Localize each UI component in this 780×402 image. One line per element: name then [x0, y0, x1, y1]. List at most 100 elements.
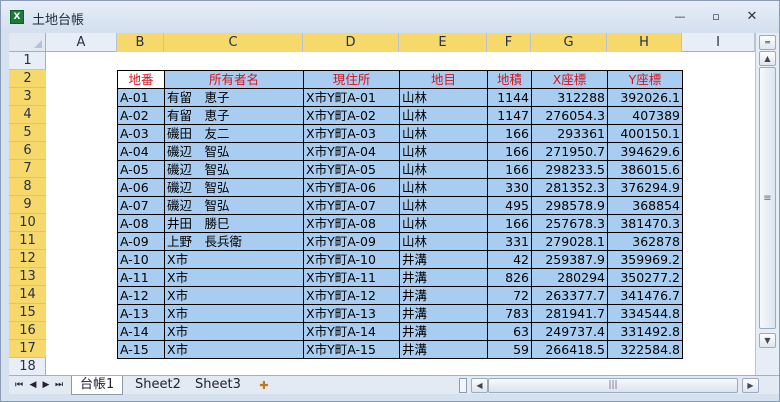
data-cell[interactable]: A-04: [117, 142, 165, 161]
row-header-3[interactable]: 3: [9, 88, 46, 106]
data-cell[interactable]: X市Y町A-12: [303, 286, 400, 305]
data-cell[interactable]: A-05: [117, 160, 165, 179]
data-cell[interactable]: A-11: [117, 268, 165, 287]
data-cell[interactable]: 山林: [399, 196, 488, 215]
data-cell[interactable]: 249737.4: [531, 322, 608, 341]
column-header-h[interactable]: H: [607, 33, 682, 52]
header-cell[interactable]: Y座標: [607, 70, 683, 89]
data-cell[interactable]: 井溝: [399, 322, 488, 341]
row-header-7[interactable]: 7: [9, 160, 46, 178]
data-cell[interactable]: X市Y町A-10: [303, 250, 400, 269]
data-cell[interactable]: 上野 長兵衛: [164, 232, 304, 251]
data-cell[interactable]: X市: [164, 268, 304, 287]
data-cell[interactable]: 有留 恵子: [164, 88, 304, 107]
data-cell[interactable]: 井溝: [399, 304, 488, 323]
data-cell[interactable]: A-06: [117, 178, 165, 197]
data-cell[interactable]: 42: [487, 250, 532, 269]
data-cell[interactable]: A-14: [117, 322, 165, 341]
row-header-12[interactable]: 12: [9, 250, 46, 268]
row-header-10[interactable]: 10: [9, 214, 46, 232]
data-cell[interactable]: X市: [164, 304, 304, 323]
data-cell[interactable]: 331: [487, 232, 532, 251]
data-cell[interactable]: X市: [164, 322, 304, 341]
data-cell[interactable]: A-12: [117, 286, 165, 305]
data-cell[interactable]: 山林: [399, 160, 488, 179]
data-cell[interactable]: 井溝: [399, 268, 488, 287]
data-cell[interactable]: 山林: [399, 142, 488, 161]
data-cell[interactable]: 257678.3: [531, 214, 608, 233]
data-cell[interactable]: 298578.9: [531, 196, 608, 215]
vertical-scrollbar[interactable]: ═ ▲ ≡ ▼: [755, 33, 779, 375]
data-cell[interactable]: X市Y町A-09: [303, 232, 400, 251]
column-header-f[interactable]: F: [487, 33, 531, 52]
data-cell[interactable]: X市Y町A-13: [303, 304, 400, 323]
data-cell[interactable]: 350277.2: [607, 268, 683, 287]
data-cell[interactable]: 368854: [607, 196, 683, 215]
data-cell[interactable]: 280294: [531, 268, 608, 287]
data-cell[interactable]: A-02: [117, 106, 165, 125]
data-cell[interactable]: 259387.9: [531, 250, 608, 269]
data-cell[interactable]: 山林: [399, 178, 488, 197]
data-cell[interactable]: 392026.1: [607, 88, 683, 107]
header-cell[interactable]: 地目: [399, 70, 488, 89]
column-header-d[interactable]: D: [303, 33, 399, 52]
data-cell[interactable]: 166: [487, 124, 532, 143]
row-header-18[interactable]: 18: [9, 358, 46, 376]
data-cell[interactable]: 281352.3: [531, 178, 608, 197]
data-cell[interactable]: 山林: [399, 232, 488, 251]
header-cell[interactable]: 地積: [487, 70, 532, 89]
data-cell[interactable]: 磯田 友二: [164, 124, 304, 143]
tab-sheet-2[interactable]: Sheet2: [127, 376, 189, 395]
data-cell[interactable]: A-08: [117, 214, 165, 233]
data-cell[interactable]: 271950.7: [531, 142, 608, 161]
next-sheet-icon[interactable]: ▶: [40, 378, 52, 392]
row-header-13[interactable]: 13: [9, 268, 46, 286]
data-cell[interactable]: X市Y町A-07: [303, 196, 400, 215]
data-cell[interactable]: 1147: [487, 106, 532, 125]
data-cell[interactable]: X市Y町A-15: [303, 340, 400, 359]
column-header-a[interactable]: A: [46, 33, 117, 52]
data-cell[interactable]: 495: [487, 196, 532, 215]
row-header-2[interactable]: 2: [9, 70, 46, 88]
data-cell[interactable]: 166: [487, 160, 532, 179]
column-header-e[interactable]: E: [399, 33, 487, 52]
data-cell[interactable]: 山林: [399, 88, 488, 107]
scroll-right-button[interactable]: ▶: [742, 378, 759, 393]
data-cell[interactable]: 362878: [607, 232, 683, 251]
data-cell[interactable]: 400150.1: [607, 124, 683, 143]
restore-button[interactable]: ▫: [705, 9, 727, 25]
data-cell[interactable]: A-13: [117, 304, 165, 323]
first-sheet-icon[interactable]: ⏮: [13, 378, 25, 392]
data-cell[interactable]: 72: [487, 286, 532, 305]
data-cell[interactable]: 266418.5: [531, 340, 608, 359]
prev-sheet-icon[interactable]: ◀: [27, 378, 39, 392]
scroll-down-button[interactable]: ▼: [759, 333, 776, 348]
row-header-16[interactable]: 16: [9, 322, 46, 340]
data-cell[interactable]: 826: [487, 268, 532, 287]
column-header-i[interactable]: I: [682, 33, 755, 52]
tab-sheet-3[interactable]: Sheet3: [187, 376, 249, 395]
horizontal-split-handle[interactable]: [459, 378, 467, 393]
data-cell[interactable]: 359969.2: [607, 250, 683, 269]
minimize-button[interactable]: —: [669, 9, 691, 25]
scroll-left-button[interactable]: ◀: [471, 378, 488, 393]
data-cell[interactable]: X市Y町A-04: [303, 142, 400, 161]
data-cell[interactable]: 293361: [531, 124, 608, 143]
data-cell[interactable]: 山林: [399, 214, 488, 233]
horizontal-scroll-thumb[interactable]: |||: [488, 378, 738, 393]
data-cell[interactable]: 1144: [487, 88, 532, 107]
data-cell[interactable]: 井田 勝巳: [164, 214, 304, 233]
vertical-scroll-thumb[interactable]: ≡: [759, 67, 776, 329]
data-cell[interactable]: 376294.9: [607, 178, 683, 197]
header-cell[interactable]: 所有者名: [164, 70, 304, 89]
data-cell[interactable]: 281941.7: [531, 304, 608, 323]
data-cell[interactable]: 331492.8: [607, 322, 683, 341]
row-header-5[interactable]: 5: [9, 124, 46, 142]
data-cell[interactable]: 276054.3: [531, 106, 608, 125]
data-cell[interactable]: 有留 恵子: [164, 106, 304, 125]
data-cell[interactable]: 井溝: [399, 286, 488, 305]
row-header-6[interactable]: 6: [9, 142, 46, 160]
data-cell[interactable]: X市Y町A-11: [303, 268, 400, 287]
row-header-17[interactable]: 17: [9, 340, 46, 358]
data-cell[interactable]: 386015.6: [607, 160, 683, 179]
